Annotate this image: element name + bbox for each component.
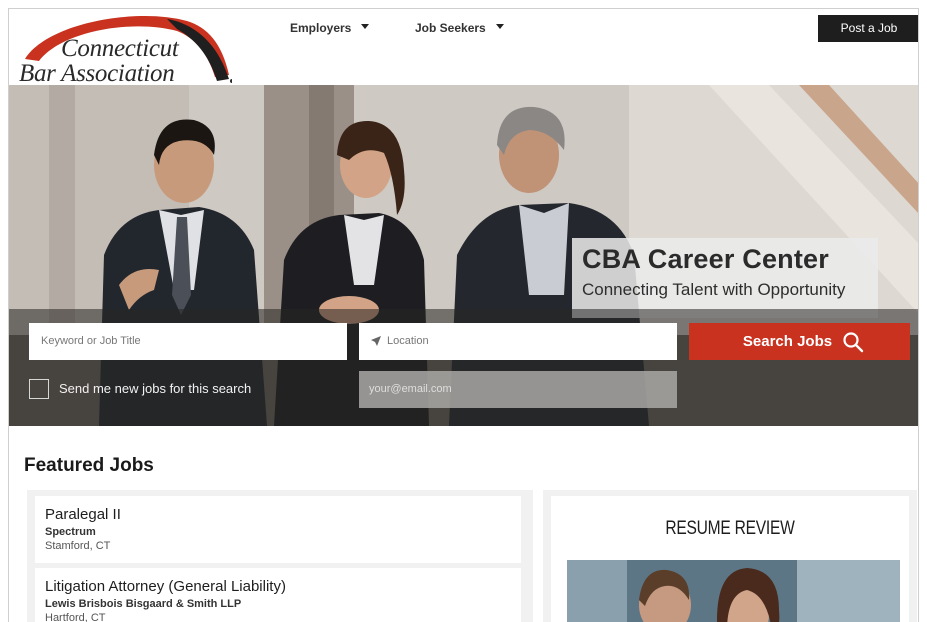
site-header: Connecticut Bar Association Employers Jo… bbox=[9, 9, 918, 87]
resume-review-image bbox=[567, 560, 900, 622]
location-input[interactable]: Location bbox=[359, 323, 677, 360]
logo-text-line1: Connecticut bbox=[61, 35, 179, 62]
nav-employers-label: Employers bbox=[290, 21, 352, 35]
featured-jobs-heading: Featured Jobs bbox=[24, 455, 154, 476]
nav-job-seekers-label: Job Seekers bbox=[415, 21, 486, 35]
cba-logo[interactable]: Connecticut Bar Association bbox=[17, 13, 232, 87]
job-alert-checkbox[interactable] bbox=[29, 379, 49, 399]
search-jobs-label: Search Jobs bbox=[742, 333, 833, 350]
keyword-input[interactable]: Keyword or Job Title bbox=[29, 323, 347, 360]
job-company: Lewis Brisbois Bisgaard & Smith LLP bbox=[45, 598, 242, 610]
search-icon bbox=[843, 332, 864, 353]
featured-jobs-list: Paralegal II Spectrum Stamford, CT Litig… bbox=[27, 490, 533, 622]
list-item[interactable]: Litigation Attorney (General Liability) … bbox=[35, 568, 521, 622]
email-field[interactable]: your@email.com bbox=[359, 371, 677, 408]
resume-review-card[interactable]: RESUME REVIEW bbox=[551, 496, 909, 622]
caret-down-icon bbox=[495, 24, 504, 29]
hero-banner: CBA Career Center Connecting Talent with… bbox=[9, 85, 918, 426]
search-jobs-button[interactable]: Search Jobs bbox=[689, 323, 910, 360]
page-frame: Connecticut Bar Association Employers Jo… bbox=[8, 8, 919, 622]
nav-job-seekers[interactable]: Job Seekers bbox=[415, 21, 504, 35]
location-placeholder: Location bbox=[387, 335, 429, 347]
job-title[interactable]: Paralegal II bbox=[45, 506, 521, 523]
job-search-form: Keyword or Job Title Location Search Job… bbox=[9, 309, 918, 426]
resume-review-title: RESUME REVIEW bbox=[665, 518, 795, 539]
job-alert-label: Send me new jobs for this search bbox=[59, 381, 252, 396]
caret-down-icon bbox=[361, 24, 370, 29]
nav-employers[interactable]: Employers bbox=[290, 21, 370, 35]
job-title[interactable]: Litigation Attorney (General Liability) bbox=[45, 578, 521, 595]
logo-text-line2: Bar Association bbox=[19, 60, 175, 87]
job-company: Spectrum bbox=[45, 526, 96, 538]
career-center-caption: CBA Career Center Connecting Talent with… bbox=[572, 238, 878, 318]
list-item[interactable]: Paralegal II Spectrum Stamford, CT bbox=[35, 496, 521, 563]
page-subtitle: Connecting Talent with Opportunity bbox=[582, 280, 846, 299]
location-arrow-icon bbox=[371, 336, 381, 346]
page-title: CBA Career Center bbox=[582, 244, 829, 274]
job-location: Hartford, CT bbox=[45, 612, 106, 622]
resume-photo bbox=[567, 560, 900, 622]
post-a-job-button[interactable]: Post a Job bbox=[818, 15, 918, 42]
job-location: Stamford, CT bbox=[45, 540, 111, 552]
resume-review-panel: RESUME REVIEW bbox=[543, 490, 917, 622]
